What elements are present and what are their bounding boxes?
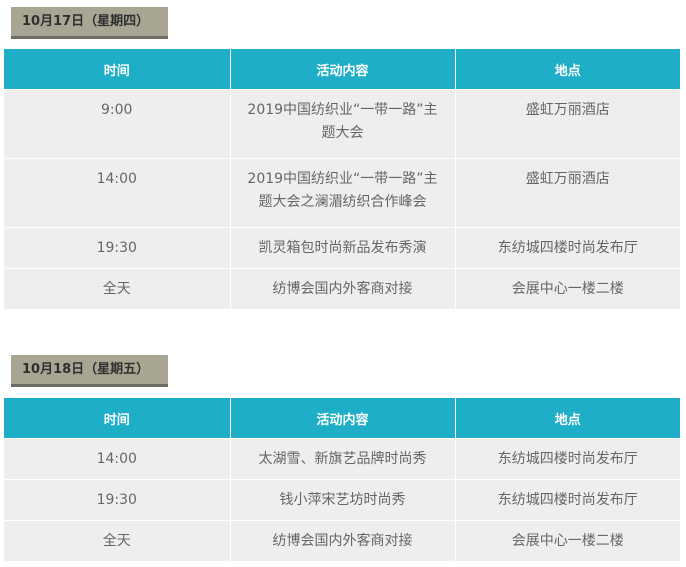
- table-header-row: 时间 活动内容 地点: [4, 49, 680, 90]
- table-row: 14:00 2019中国纺织业“一带一路”主题大会之澜湄纺织合作峰会 盛虹万丽酒…: [4, 158, 680, 228]
- header-time: 时间: [4, 49, 230, 90]
- date-tag: 10月17日（星期四）: [11, 7, 169, 39]
- cell-time: 14:00: [4, 158, 230, 228]
- table-row: 14:00 太湖雪、新旗艺品牌时尚秀 东纺城四楼时尚发布厅: [4, 438, 680, 480]
- cell-time: 全天: [4, 268, 230, 309]
- cell-activity: 纺博会国内外客商对接: [229, 520, 455, 561]
- cell-time: 9:00: [4, 89, 230, 159]
- table-row: 19:30 钱小萍宋艺坊时尚秀 东纺城四楼时尚发布厅: [4, 479, 680, 521]
- header-place: 地点: [454, 49, 680, 90]
- table-row: 19:30 凯灵箱包时尚新品发布秀演 东纺城四楼时尚发布厅: [4, 227, 680, 269]
- table-header-row: 时间 活动内容 地点: [4, 398, 680, 439]
- header-time: 时间: [4, 398, 230, 439]
- cell-place: 东纺城四楼时尚发布厅: [454, 479, 680, 521]
- cell-activity: 钱小萍宋艺坊时尚秀: [229, 479, 455, 521]
- table-row: 9:00 2019中国纺织业“一带一路”主题大会 盛虹万丽酒店: [4, 89, 680, 159]
- date-tag: 10月18日（星期五）: [11, 355, 169, 387]
- cell-activity: 纺博会国内外客商对接: [229, 268, 455, 309]
- cell-place: 会展中心一楼二楼: [454, 520, 680, 561]
- table-row: 全天 纺博会国内外客商对接 会展中心一楼二楼: [4, 268, 680, 309]
- cell-time: 19:30: [4, 479, 230, 521]
- table-row: 全天 纺博会国内外客商对接 会展中心一楼二楼: [4, 520, 680, 561]
- cell-activity: 太湖雪、新旗艺品牌时尚秀: [229, 438, 455, 480]
- schedule-table: 时间 活动内容 地点 14:00 太湖雪、新旗艺品牌时尚秀 东纺城四楼时尚发布厅…: [4, 398, 680, 561]
- cell-time: 19:30: [4, 227, 230, 269]
- cell-place: 盛虹万丽酒店: [454, 89, 680, 159]
- cell-activity: 凯灵箱包时尚新品发布秀演: [229, 227, 455, 269]
- cell-place: 东纺城四楼时尚发布厅: [454, 227, 680, 269]
- cell-place: 东纺城四楼时尚发布厅: [454, 438, 680, 480]
- cell-place: 盛虹万丽酒店: [454, 158, 680, 228]
- header-activity: 活动内容: [229, 398, 455, 439]
- cell-activity: 2019中国纺织业“一带一路”主题大会: [229, 89, 455, 159]
- header-activity: 活动内容: [229, 49, 455, 90]
- cell-place: 会展中心一楼二楼: [454, 268, 680, 309]
- cell-time: 全天: [4, 520, 230, 561]
- cell-activity: 2019中国纺织业“一带一路”主题大会之澜湄纺织合作峰会: [229, 158, 455, 228]
- cell-time: 14:00: [4, 438, 230, 480]
- schedule-table: 时间 活动内容 地点 9:00 2019中国纺织业“一带一路”主题大会 盛虹万丽…: [4, 49, 680, 309]
- header-place: 地点: [454, 398, 680, 439]
